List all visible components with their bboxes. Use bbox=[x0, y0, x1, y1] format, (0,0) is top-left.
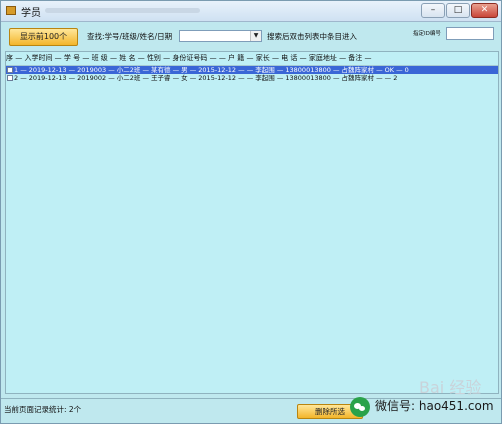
close-button[interactable]: ✕ bbox=[471, 3, 498, 18]
show-top-100-button[interactable]: 显示前100个 bbox=[9, 28, 78, 46]
id-input[interactable] bbox=[446, 27, 494, 40]
student-window: 学员 – □ ✕ 显示前100个 查找:学号/班级/姓名/日期 ▼ 搜索后双击列… bbox=[0, 0, 502, 424]
maximize-button[interactable]: □ bbox=[446, 3, 470, 18]
wechat-icon bbox=[350, 397, 370, 417]
row-checkbox[interactable] bbox=[7, 75, 13, 81]
table-row[interactable]: 2 — 2019-12-13 — 2019002 — 小二2班 — 王子睿 — … bbox=[6, 74, 498, 82]
window-title: 学员 bbox=[21, 8, 41, 19]
title-bar[interactable]: 学员 – □ ✕ bbox=[1, 1, 501, 22]
table-row[interactable]: 1 — 2019-12-13 — 2019003 — 小二2班 — 某有德 — … bbox=[6, 66, 498, 74]
search-label: 查找:学号/班级/姓名/日期 bbox=[87, 32, 173, 41]
title-blurred-area bbox=[45, 8, 200, 13]
watermark-text: 微信号: hao451.com bbox=[375, 399, 494, 413]
chevron-down-icon[interactable]: ▼ bbox=[250, 31, 261, 41]
maximize-icon: □ bbox=[453, 5, 463, 15]
baidu-watermark-logo: Bai 经验 bbox=[419, 378, 482, 397]
search-hint: 搜索后双击列表中条目进入 bbox=[267, 32, 357, 41]
id-label: 指定ID编号 bbox=[413, 31, 441, 37]
close-icon: ✕ bbox=[480, 5, 489, 15]
minimize-button[interactable]: – bbox=[421, 3, 445, 18]
search-combobox[interactable]: ▼ bbox=[179, 30, 262, 42]
row-checkbox[interactable] bbox=[7, 67, 13, 73]
table-header: 序 — 入学时间 — 学 号 — 班 级 — 姓 名 — 性别 — 身份证号码 … bbox=[6, 52, 498, 66]
row-text: 2 — 2019-12-13 — 2019002 — 小二2班 — 王子睿 — … bbox=[14, 74, 398, 82]
student-table[interactable]: 序 — 入学时间 — 学 号 — 班 级 — 姓 名 — 性别 — 身份证号码 … bbox=[5, 51, 499, 394]
app-icon bbox=[6, 6, 16, 15]
record-count: 当前页面记录统计: 2个 bbox=[4, 405, 82, 414]
minimize-icon: – bbox=[430, 5, 436, 15]
row-text: 1 — 2019-12-13 — 2019003 — 小二2班 — 某有德 — … bbox=[14, 66, 409, 74]
